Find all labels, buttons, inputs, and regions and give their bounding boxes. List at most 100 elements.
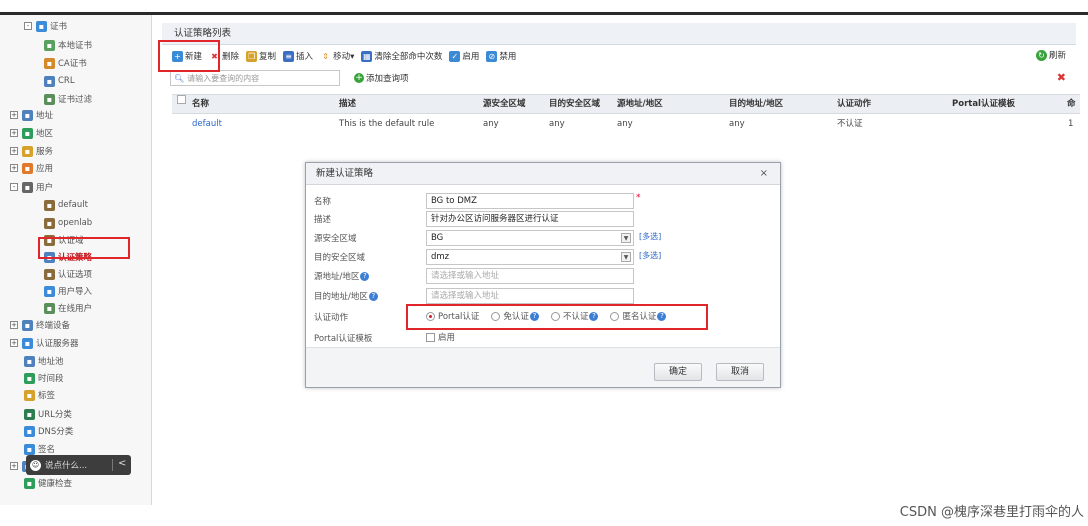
sidebar-item-online-user[interactable]: ▪ 在线用户 <box>44 300 92 316</box>
signature-icon: ▪ <box>24 443 35 455</box>
clear-search-x-icon[interactable]: ✖ <box>1057 71 1066 84</box>
search-input[interactable]: 🔍︎ 请输入要查询的内容 <box>170 70 340 86</box>
sidebar-item-user-default[interactable]: ▪ default <box>44 197 88 213</box>
enable-button[interactable]: ✓ 启用 <box>449 50 479 62</box>
copy-button[interactable]: ❐ 复制 <box>246 50 276 62</box>
col-dst-zone[interactable]: 目的安全区域 <box>549 95 600 114</box>
add-query-button[interactable]: + 添加查询项 <box>354 72 409 84</box>
sidebar-item-label: 服务 <box>36 147 54 157</box>
dst-addr-label: 目的地址/地区? <box>314 290 378 302</box>
chevron-down-icon[interactable]: ▼ <box>621 233 631 243</box>
ok-button[interactable]: 确定 <box>654 363 702 381</box>
sidebar-item-time-range[interactable]: ▪ 时间段 <box>24 370 64 386</box>
dst-zone-multi-link[interactable]: [多选] <box>639 250 661 261</box>
chevron-down-icon[interactable]: ▼ <box>621 252 631 262</box>
cell-src-addr: any <box>617 119 633 129</box>
sidebar-item-label: 地址 <box>36 111 54 121</box>
col-name[interactable]: 名称 <box>192 95 209 114</box>
sidebar-item-label: CRL <box>58 76 75 86</box>
sidebar-item-user[interactable]: - ▪ 用户 <box>10 179 53 195</box>
select-all-checkbox[interactable] <box>177 95 186 104</box>
sidebar-item-crl[interactable]: ▪ CRL <box>44 73 75 89</box>
portal-template-enable[interactable]: 启用 <box>426 331 455 343</box>
clear-hits-button[interactable]: ▦ 清除全部命中次数 <box>361 50 442 62</box>
health-check-icon: ▪ <box>24 477 35 489</box>
src-addr-label-text: 源地址/地区 <box>314 272 360 282</box>
name-field[interactable]: BG to DMZ <box>426 193 634 209</box>
sidebar-item-url-category[interactable]: ▪ URL分类 <box>24 406 72 422</box>
sidebar-item-region[interactable]: + ▪ 地区 <box>10 125 53 141</box>
expand-icon[interactable]: + <box>10 129 18 137</box>
dst-zone-label: 目的安全区域 <box>314 253 366 263</box>
collapse-icon[interactable]: - <box>24 22 32 30</box>
sidebar-item-tag[interactable]: ▪ 标签 <box>24 387 55 403</box>
dst-zone-value: dmz <box>431 252 450 262</box>
sidebar-item-local-cert[interactable]: ▪ 本地证书 <box>44 37 92 53</box>
sidebar-item-address-pool[interactable]: ▪ 地址池 <box>24 353 64 369</box>
refresh-button[interactable]: ↻ 刷新 <box>1035 49 1066 61</box>
portal-template-checkbox[interactable] <box>426 332 435 342</box>
col-dst-addr[interactable]: 目的地址/地区 <box>729 95 783 114</box>
table-header: 名称 描述 源安全区域 目的安全区域 源地址/地区 目的地址/地区 认证动作 P… <box>172 94 1080 114</box>
search-icon: 🔍︎ <box>174 73 185 83</box>
close-icon[interactable]: × <box>760 163 768 185</box>
chat-collapse-icon[interactable]: < <box>118 458 126 469</box>
sidebar-item-auth-server[interactable]: + ▪ 认证服务器 <box>10 335 79 351</box>
src-zone-multi-link[interactable]: [多选] <box>639 231 661 242</box>
expand-icon[interactable]: + <box>10 339 18 347</box>
sidebar-item-dns-category[interactable]: ▪ DNS分类 <box>24 423 73 439</box>
col-portal-template[interactable]: Portal认证模板 <box>952 95 1015 114</box>
terminal-icon: ▪ <box>22 319 33 331</box>
src-addr-input[interactable]: 请选择或输入地址 <box>426 268 634 284</box>
help-icon[interactable]: ? <box>368 291 378 301</box>
dst-zone-select[interactable]: dmz ▼ <box>426 249 634 265</box>
expand-icon[interactable]: + <box>10 462 18 470</box>
col-desc[interactable]: 描述 <box>339 95 356 114</box>
refresh-label: 刷新 <box>1048 51 1066 61</box>
sidebar-item-cert-filter[interactable]: ▪ 证书过滤 <box>44 91 92 107</box>
collapse-icon[interactable]: - <box>10 183 18 191</box>
expand-icon[interactable]: + <box>10 147 18 155</box>
sidebar-item-auth-option[interactable]: ▪ 认证选项 <box>44 266 92 282</box>
chat-widget[interactable]: ☺ 说点什么... < <box>26 455 131 475</box>
col-src-zone[interactable]: 源安全区域 <box>483 95 526 114</box>
sidebar-item-user-import[interactable]: ▪ 用户导入 <box>44 283 92 299</box>
cell-auth-action: 不认证 <box>837 119 863 129</box>
col-auth-action[interactable]: 认证动作 <box>837 95 871 114</box>
src-addr-row: 源地址/地区? 请选择或输入地址 <box>314 268 774 286</box>
sidebar-item-address[interactable]: + ▪ 地址 <box>10 107 53 123</box>
expand-icon[interactable]: + <box>10 111 18 119</box>
sidebar-item-ca-cert[interactable]: ▪ CA证书 <box>44 55 87 71</box>
copy-button-label: 复制 <box>259 52 277 62</box>
sidebar-item-cert[interactable]: - ▪ 证书 <box>24 18 67 34</box>
sidebar-item-service[interactable]: + ▪ 服务 <box>10 143 53 159</box>
portal-template-row: Portal认证模板 启用 <box>314 330 774 348</box>
delete-button-label: 删除 <box>222 52 240 62</box>
insert-button[interactable]: ≡ 插入 <box>283 50 313 62</box>
sidebar-item-user-openlab[interactable]: ▪ openlab <box>44 215 92 231</box>
sidebar-item-health-check[interactable]: ▪ 健康检查 <box>24 475 72 491</box>
sidebar-item-label: default <box>58 200 88 210</box>
expand-icon[interactable]: + <box>10 321 18 329</box>
disable-button[interactable]: ⊘ 禁用 <box>486 50 516 62</box>
app-icon: ▪ <box>22 162 33 174</box>
sidebar-item-app[interactable]: + ▪ 应用 <box>10 160 53 176</box>
move-button[interactable]: ⇕ 移动▾ <box>320 50 354 63</box>
chat-placeholder[interactable]: 说点什么... <box>45 459 87 471</box>
sidebar-item-terminal[interactable]: + ▪ 终端设备 <box>10 317 70 333</box>
cell-name[interactable]: default <box>192 115 222 134</box>
col-src-addr[interactable]: 源地址/地区 <box>617 95 663 114</box>
name-label: 名称 <box>314 197 332 207</box>
chat-avatar-icon: ☺ <box>30 459 41 471</box>
help-icon[interactable]: ? <box>360 271 370 281</box>
table-row[interactable]: default This is the default rule any any… <box>172 115 1080 135</box>
new-auth-policy-dialog: 新建认证策略 × 名称 BG to DMZ * 描述 针对办公区访问服务器区进行… <box>305 162 781 388</box>
expand-icon[interactable]: + <box>10 164 18 172</box>
cancel-button[interactable]: 取消 <box>716 363 764 381</box>
col-hits[interactable]: 命 <box>1067 95 1076 114</box>
highlight-auth-action <box>406 304 708 330</box>
desc-label: 描述 <box>314 215 332 225</box>
src-zone-select[interactable]: BG ▼ <box>426 230 634 246</box>
dst-addr-input[interactable]: 请选择或输入地址 <box>426 288 634 304</box>
desc-field[interactable]: 针对办公区访问服务器区进行认证 <box>426 211 634 227</box>
